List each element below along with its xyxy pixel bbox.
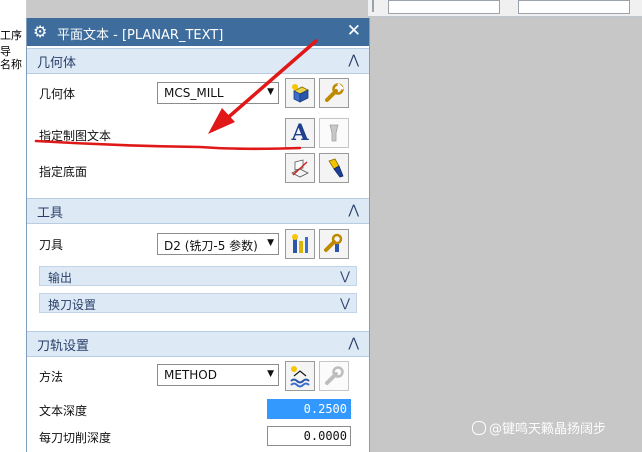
graphics-window[interactable] [368,17,642,452]
section-geometry-header[interactable]: 几何体 ⋀ [27,48,369,74]
collapse-icon[interactable]: ⋀ [348,53,359,68]
show-floor-button[interactable] [319,153,349,183]
floor-plane-icon [291,159,309,178]
operation-navigator-sliver: 工序导 名称 [0,0,27,452]
method-label: 方法 [39,370,64,384]
watermark-logo-icon [472,421,486,435]
select-floor-button[interactable] [285,153,315,183]
chevron-down-icon: ▼ [267,369,274,379]
new-geometry-button[interactable] [285,78,315,108]
new-method-icon [290,366,310,388]
new-tool-button[interactable] [285,229,315,259]
toolbar-combobox[interactable] [388,0,500,14]
edit-tool-icon [324,233,343,252]
geometry-select[interactable]: MCS_MILL ▼ [157,82,279,104]
section-tool-header[interactable]: 工具 ⋀ [27,198,369,224]
section-path-header[interactable]: 刀轨设置 ⋀ [27,331,369,357]
close-icon[interactable]: ✕ [347,21,361,41]
depth-per-cut-field[interactable]: 0.0000 [267,426,351,446]
expand-icon[interactable]: ⋁ [340,269,350,283]
chevron-down-icon: ▼ [267,87,274,97]
geometry-label: 几何体 [39,87,76,101]
geometry-select-value: MCS_MILL [164,86,224,100]
text-depth-label: 文本深度 [39,404,88,418]
top-toolbar-sliver [368,0,642,17]
method-select[interactable]: METHOD ▼ [157,364,279,386]
section-tool-title: 工具 [37,206,64,221]
floor-label: 指定底面 [39,165,88,179]
wrench-icon [325,366,344,385]
watermark-text: @键鸣天籁晶扬阔步 [489,422,607,437]
navigator-header-text: 工序导 [0,29,22,58]
new-tool-icon [292,234,308,253]
output-label: 输出 [48,271,73,285]
chevron-down-icon: ▼ [267,238,274,248]
wrench-icon [325,83,344,102]
section-geometry-title: 几何体 [37,56,77,71]
show-drawing-text-button[interactable] [319,118,349,148]
navigator-name-column: 名称 [0,58,22,71]
flashlight-icon [328,158,344,178]
dialog-title: 平面文本 - [PLANAR_TEXT] [57,28,224,43]
edit-tool-button[interactable] [319,229,349,259]
drawing-text-label: 指定制图文本 [39,129,112,143]
tool-select[interactable]: D2 (铣刀-5 参数) ▼ [157,233,279,255]
tool-change-subsection[interactable]: 换刀设置 ⋁ [39,293,357,313]
watermark: @键鸣天籁晶扬阔步 [472,418,606,437]
edit-method-button[interactable] [319,361,349,391]
tool-select-value: D2 (铣刀-5 参数) [164,239,258,253]
flashlight-icon [329,124,339,142]
new-method-button[interactable] [285,361,315,391]
dialog-titlebar[interactable]: ⚙ 平面文本 - [PLANAR_TEXT] ✕ [27,18,369,46]
text-a-icon: A [291,120,309,146]
expand-icon[interactable]: ⋁ [340,296,350,310]
gear-icon[interactable]: ⚙ [33,22,47,42]
planar-text-dialog: ⚙ 平面文本 - [PLANAR_TEXT] ✕ 几何体 ⋀ 几何体 MCS_M… [26,18,370,452]
toolbar-combobox-2[interactable] [518,0,630,14]
tool-change-label: 换刀设置 [48,298,97,312]
depth-per-cut-label: 每刀切削深度 [39,431,112,445]
method-select-value: METHOD [164,368,217,382]
output-subsection[interactable]: 输出 ⋁ [39,266,357,286]
collapse-icon[interactable]: ⋀ [348,336,359,351]
new-geometry-icon [292,84,309,103]
section-path-title: 刀轨设置 [37,339,90,354]
tool-label: 刀具 [39,238,64,252]
edit-geometry-button[interactable] [319,78,349,108]
select-drawing-text-button[interactable]: A [285,118,315,148]
text-depth-field[interactable]: 0.2500 [267,399,351,419]
collapse-icon[interactable]: ⋀ [348,203,359,218]
